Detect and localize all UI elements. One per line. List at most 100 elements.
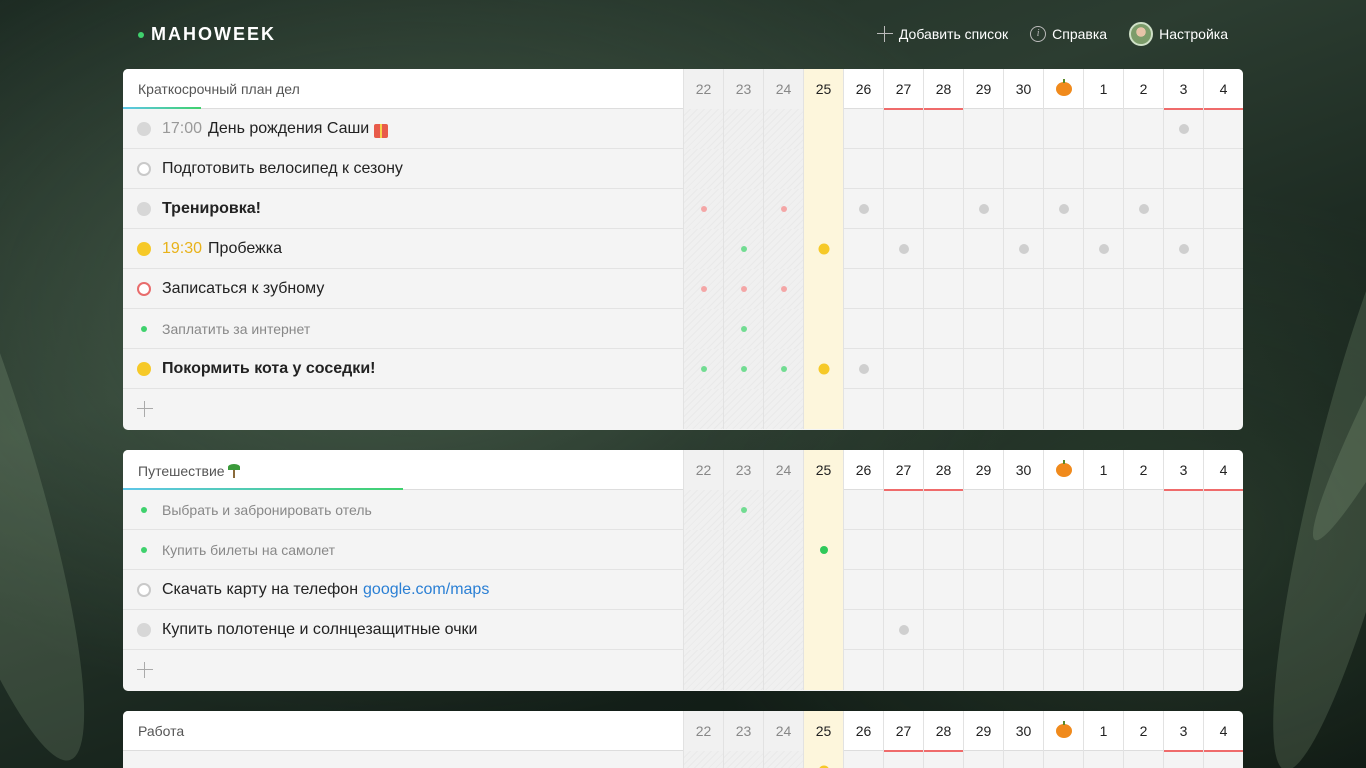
day-cell[interactable] (883, 650, 923, 690)
day-cell[interactable] (1043, 229, 1083, 269)
day-cell[interactable] (963, 610, 1003, 650)
day-cell[interactable] (763, 109, 803, 149)
day-cell[interactable] (803, 229, 843, 269)
task-text[interactable]: Купить билеты на самолет (162, 542, 335, 558)
day-cell[interactable] (1003, 269, 1043, 309)
day-cell[interactable] (763, 389, 803, 429)
day-cell[interactable] (1203, 109, 1243, 149)
day-cell[interactable] (843, 229, 883, 269)
day-cell[interactable] (763, 269, 803, 309)
day-cell[interactable] (1043, 149, 1083, 189)
day-cell[interactable] (963, 530, 1003, 570)
day-cell[interactable] (683, 109, 723, 149)
day-cell[interactable] (843, 650, 883, 690)
day-cell[interactable] (723, 751, 763, 768)
day-cell[interactable] (803, 149, 843, 189)
day-cell[interactable] (1163, 530, 1203, 570)
day-cell[interactable] (843, 109, 883, 149)
day-cell[interactable] (763, 610, 803, 650)
task-main[interactable]: Тренировка! (123, 189, 683, 229)
day-cell[interactable] (923, 149, 963, 189)
day-cell[interactable] (923, 570, 963, 610)
task-main[interactable]: 17:00 День рождения Саши (123, 109, 683, 149)
day-cell[interactable] (923, 490, 963, 530)
day-cell[interactable] (843, 149, 883, 189)
day-cell[interactable] (1163, 229, 1203, 269)
day-cell[interactable] (963, 189, 1003, 229)
day-cell[interactable] (803, 109, 843, 149)
day-cell[interactable] (1043, 650, 1083, 690)
task-main[interactable]: Заплатить за интернет (123, 309, 683, 349)
day-cell[interactable] (683, 149, 723, 189)
day-cell[interactable] (963, 349, 1003, 389)
day-cell[interactable] (1163, 149, 1203, 189)
day-cell[interactable] (803, 189, 843, 229)
day-cell[interactable] (803, 269, 843, 309)
day-cell[interactable] (923, 269, 963, 309)
day-cell[interactable] (683, 269, 723, 309)
day-cell[interactable] (1043, 530, 1083, 570)
task-main[interactable]: Покормить кота у соседки! (123, 349, 683, 389)
task-status-toggle[interactable] (141, 326, 147, 332)
day-cell[interactable] (803, 309, 843, 349)
day-cell[interactable] (1083, 530, 1123, 570)
day-cell[interactable] (963, 570, 1003, 610)
day-cell[interactable] (1123, 189, 1163, 229)
task-main[interactable]: Подготовить велосипед к сезону (123, 149, 683, 189)
task-link[interactable]: google.com/maps (363, 581, 489, 599)
day-cell[interactable] (843, 189, 883, 229)
day-cell[interactable] (1043, 309, 1083, 349)
day-cell[interactable] (1083, 751, 1123, 768)
day-cell[interactable] (723, 650, 763, 690)
day-cell[interactable] (803, 349, 843, 389)
day-cell[interactable] (723, 610, 763, 650)
day-cell[interactable] (883, 490, 923, 530)
task-text[interactable]: Подготовить велосипед к сезону (162, 160, 403, 178)
task-status-toggle[interactable] (141, 547, 147, 553)
day-cell[interactable] (1123, 570, 1163, 610)
day-cell[interactable] (963, 149, 1003, 189)
day-cell[interactable] (683, 349, 723, 389)
day-cell[interactable] (883, 570, 923, 610)
day-cell[interactable] (963, 269, 1003, 309)
day-cell[interactable] (803, 650, 843, 690)
list-title[interactable]: Работа (138, 723, 184, 739)
task-text[interactable]: Пробежка (208, 240, 282, 258)
task-status-toggle[interactable] (141, 507, 147, 513)
day-cell[interactable] (1163, 650, 1203, 690)
day-cell[interactable] (763, 349, 803, 389)
day-cell[interactable] (1203, 229, 1243, 269)
day-cell[interactable] (843, 269, 883, 309)
task-text[interactable]: День рождения Саши (208, 120, 369, 138)
day-cell[interactable] (963, 490, 1003, 530)
task-status-toggle[interactable] (137, 162, 151, 176)
task-status-toggle[interactable] (137, 122, 151, 136)
list-title[interactable]: Краткосрочный план дел (138, 81, 300, 97)
day-cell[interactable] (1043, 751, 1083, 768)
day-cell[interactable] (803, 570, 843, 610)
day-cell[interactable] (1203, 530, 1243, 570)
day-cell[interactable] (1043, 349, 1083, 389)
day-cell[interactable] (1083, 349, 1123, 389)
day-cell[interactable] (723, 229, 763, 269)
day-cell[interactable] (1083, 309, 1123, 349)
day-cell[interactable] (1203, 751, 1243, 768)
day-cell[interactable] (1003, 610, 1043, 650)
day-cell[interactable] (1203, 189, 1243, 229)
day-cell[interactable] (1203, 570, 1243, 610)
day-cell[interactable] (763, 650, 803, 690)
settings-button[interactable]: Настройка (1129, 22, 1228, 46)
day-cell[interactable] (843, 309, 883, 349)
task-text[interactable]: Выбрать и забронировать отель (162, 502, 372, 518)
task-text[interactable]: Скачать карту на телефон (162, 581, 358, 599)
logo[interactable]: MAHOWEEK (138, 24, 276, 45)
day-cell[interactable] (1003, 389, 1043, 429)
help-button[interactable]: i Справка (1030, 26, 1107, 42)
day-cell[interactable] (1003, 349, 1043, 389)
task-text[interactable]: Заплатить за интернет (162, 321, 310, 337)
day-cell[interactable] (1163, 490, 1203, 530)
day-cell[interactable] (1123, 109, 1163, 149)
day-cell[interactable] (923, 229, 963, 269)
task-status-toggle[interactable] (137, 623, 151, 637)
day-cell[interactable] (1003, 650, 1043, 690)
